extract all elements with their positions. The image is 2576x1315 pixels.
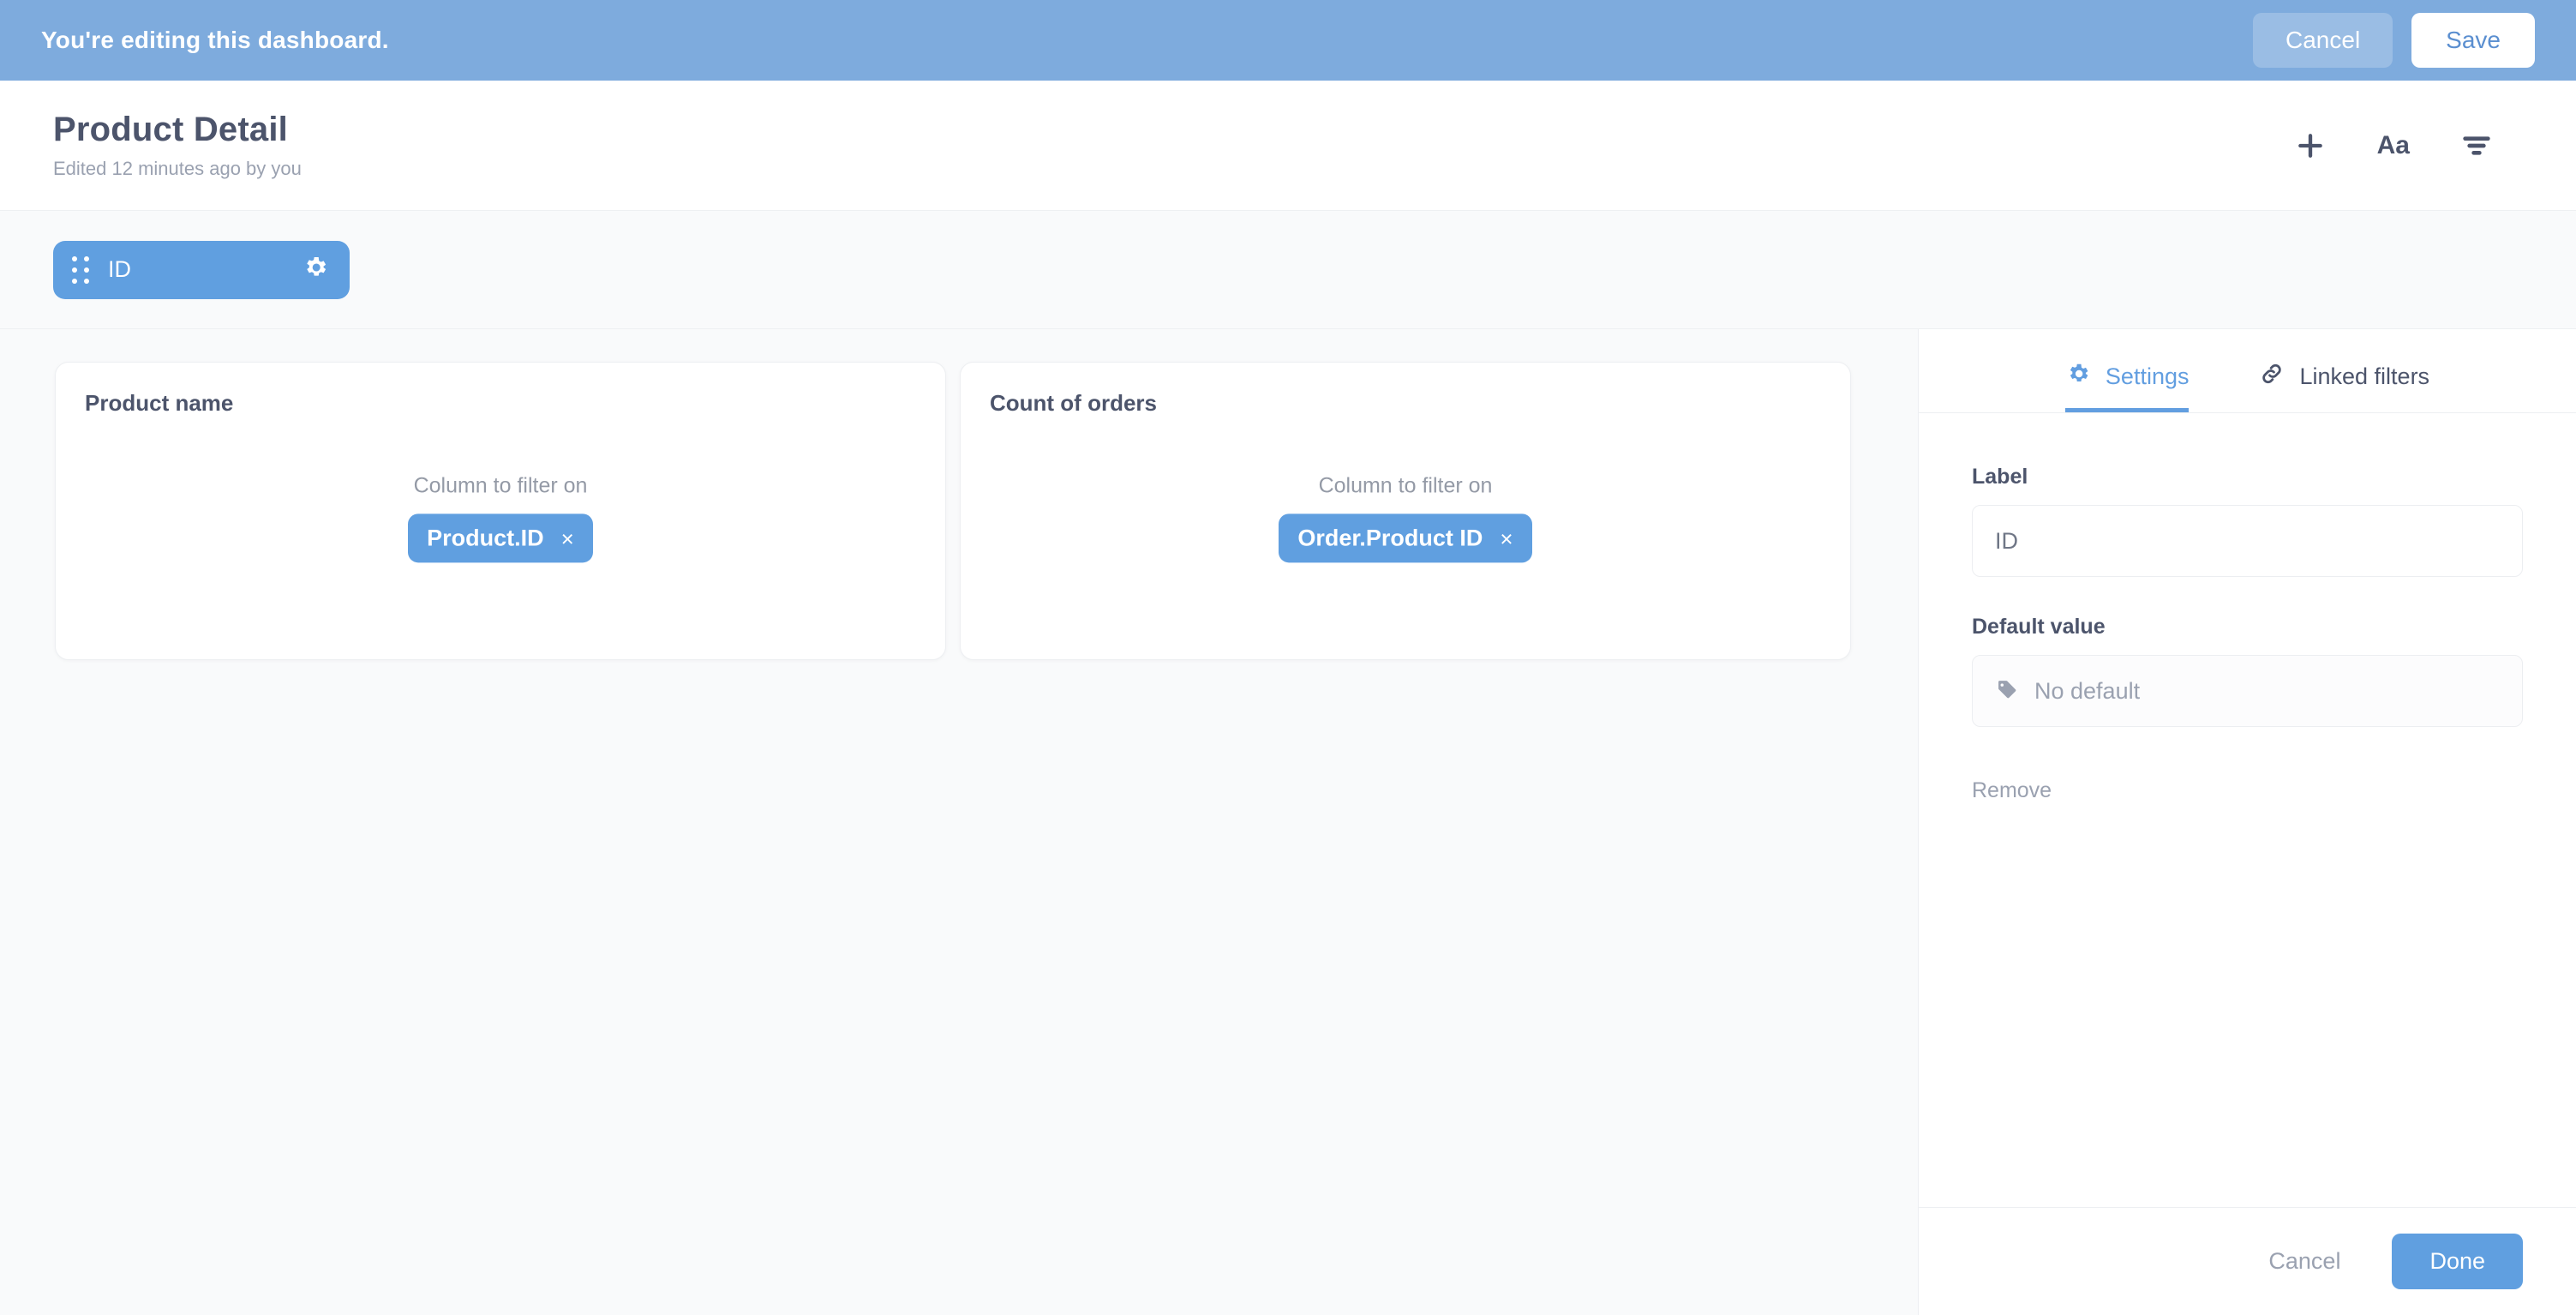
banner-cancel-button[interactable]: Cancel [2253, 13, 2393, 68]
body-split: Product name Column to filter on Product… [0, 329, 2576, 1315]
label-input[interactable] [1972, 505, 2523, 577]
link-icon [2259, 361, 2285, 393]
dashboard-editor: You're editing this dashboard. Cancel Sa… [0, 0, 2576, 1315]
column-pill-label: Product.ID [427, 525, 544, 551]
dashboard-card-count-of-orders[interactable]: Count of orders Column to filter on Orde… [960, 362, 1851, 660]
banner-actions: Cancel Save [2253, 13, 2535, 68]
text-card-icon[interactable]: Aa [2377, 131, 2410, 160]
dashboard-canvas: Product name Column to filter on Product… [0, 329, 1918, 1315]
label-field-title: Label [1972, 465, 2028, 489]
tab-linked-filters-label: Linked filters [2299, 363, 2430, 389]
card-title: Product name [85, 390, 234, 416]
gear-icon[interactable] [302, 254, 329, 285]
tab-settings-label: Settings [2105, 363, 2190, 389]
gear-icon [2065, 361, 2091, 393]
close-icon[interactable]: × [561, 527, 574, 549]
edit-mode-message: You're editing this dashboard. [41, 27, 389, 53]
sidebar-tabs: Settings Linked filters [1919, 329, 2576, 413]
filter-settings-sidebar: Settings Linked filters Label ID Default… [1918, 329, 2576, 1315]
page-subtitle: Edited 12 minutes ago by you [53, 158, 302, 179]
card-filter-mapping: Column to filter on Order.Product ID × [961, 473, 1850, 563]
sidebar-footer: Cancel Done [1919, 1207, 2576, 1315]
column-pill-label: Order.Product ID [1297, 525, 1483, 551]
close-icon[interactable]: × [1500, 527, 1513, 549]
default-value-picker[interactable]: No default [1972, 655, 2523, 727]
card-title: Count of orders [990, 390, 1157, 416]
dashboard-title-group: Product Detail Edited 12 minutes ago by … [53, 111, 302, 180]
grip-icon[interactable] [72, 255, 89, 284]
sidebar-done-button[interactable]: Done [2392, 1234, 2523, 1289]
column-to-filter-label: Column to filter on [1318, 473, 1493, 498]
column-pill[interactable]: Product.ID × [408, 513, 593, 563]
column-pill[interactable]: Order.Product ID × [1279, 513, 1532, 563]
add-icon[interactable] [2293, 129, 2327, 163]
banner-save-button[interactable]: Save [2411, 13, 2535, 68]
tag-icon [1995, 677, 2019, 706]
default-value-placeholder: No default [2034, 677, 2141, 704]
default-value-field-group: Default value No default [1972, 615, 2523, 727]
tab-settings[interactable]: Settings [2064, 361, 2190, 412]
label-field-group: Label [1972, 465, 2523, 577]
column-to-filter-label: Column to filter on [413, 473, 588, 498]
dashboard-card-product-name[interactable]: Product name Column to filter on Product… [55, 362, 946, 660]
edit-mode-banner: You're editing this dashboard. Cancel Sa… [0, 0, 2576, 81]
sidebar-cancel-button[interactable]: Cancel [2265, 1241, 2344, 1282]
filter-pill-id[interactable]: ID [53, 240, 350, 299]
filter-pill-left: ID [72, 255, 131, 284]
tab-linked-filters[interactable]: Linked filters [2259, 361, 2429, 412]
header-actions: Aa [2293, 129, 2523, 163]
card-filter-mapping: Column to filter on Product.ID × [56, 473, 945, 563]
filter-pill-label: ID [108, 256, 131, 282]
dashboard-header: Product Detail Edited 12 minutes ago by … [0, 81, 2576, 211]
remove-filter-link[interactable]: Remove [1972, 778, 2052, 803]
filter-icon[interactable] [2459, 129, 2494, 163]
settings-panel: Label Default value No default Remo [1919, 413, 2576, 1207]
default-value-title: Default value [1972, 615, 2106, 639]
filter-bar: ID [0, 211, 2576, 329]
page-title: Product Detail [53, 111, 288, 148]
